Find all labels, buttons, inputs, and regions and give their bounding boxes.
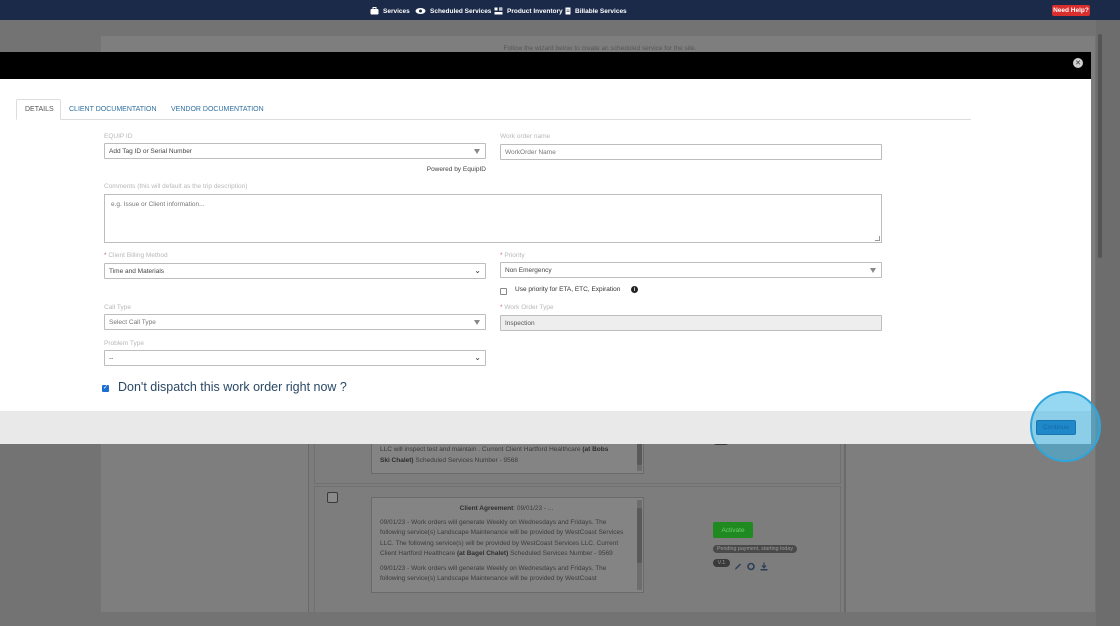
priority-label-text: Priority [504, 252, 525, 259]
nav-services[interactable]: Services [370, 5, 410, 17]
equip-id-label: EQUIP ID [104, 133, 133, 140]
problem-type-value: -- [109, 354, 114, 362]
need-help-button[interactable]: Need Help? [1052, 5, 1090, 16]
call-type-select[interactable]: Select Call Type [104, 314, 486, 330]
row-select-checkbox[interactable] [327, 492, 338, 503]
priority-value: Non Emergency [505, 266, 552, 274]
inventory-icon [494, 7, 503, 15]
comments-placeholder: e.g. Issue or Client information... [111, 201, 205, 208]
problem-type-select[interactable]: -- ⌄ [104, 350, 486, 366]
modal-header [0, 52, 1091, 79]
nav-product-inventory[interactable]: Product Inventory [494, 5, 563, 17]
agreement-text-box: Client Agreement: 09/01/23 - ... 09/01/2… [371, 497, 644, 593]
priority-eta-label: Use priority for ETA, ETC, Expiration [515, 286, 621, 293]
version-badge: V.1 [713, 559, 730, 567]
agreement-text: LLC will inspect test and maintain . Cur… [380, 446, 581, 453]
comments-label: Comments (this will default as the trip … [104, 183, 248, 190]
work-order-name-label: Work order name [500, 133, 551, 140]
text-scrollbar[interactable] [637, 500, 642, 590]
equip-id-value: Add Tag ID or Serial Number [109, 147, 192, 155]
chevron-down-icon: ⌄ [474, 353, 481, 362]
agreement-title: Client Agreement: 09/01/23 - ... [380, 504, 633, 515]
modal-footer [0, 411, 1091, 444]
work-order-type-label-text: Work Order Type [504, 304, 554, 311]
tab-vendor-documentation[interactable]: VENDOR DOCUMENTATION [163, 99, 272, 120]
resize-handle-icon[interactable] [875, 236, 880, 241]
modal-tabs: DETAILS CLIENT DOCUMENTATION VENDOR DOCU… [16, 99, 971, 120]
top-navigation: Services Scheduled Services Product Inve… [0, 0, 1120, 20]
priority-select[interactable]: Non Emergency [500, 262, 882, 278]
caret-down-icon [474, 149, 480, 154]
billing-method-label-text: Client Billing Method [108, 252, 168, 259]
info-icon[interactable]: i [631, 286, 638, 293]
agreement-title-bold: Client Agreement [459, 505, 514, 512]
agreement-site-cont: Ski Chalet) [380, 456, 414, 464]
billing-method-value: Time and Materials [109, 267, 165, 275]
tab-details[interactable]: DETAILS [16, 99, 61, 120]
call-type-label: Call Type [104, 304, 131, 311]
agreement-site: (at Bagel Chalet) [456, 550, 509, 557]
nav-billable-services[interactable]: Billable Services [565, 5, 627, 17]
gear-icon[interactable] [747, 558, 755, 571]
close-icon[interactable]: ✕ [1073, 58, 1083, 68]
equip-id-select[interactable]: Add Tag ID or Serial Number [104, 143, 486, 159]
powered-by-text: Powered by EquipID [426, 166, 486, 173]
continue-button[interactable]: Continue [1036, 420, 1076, 435]
nav-services-label: Services [383, 7, 410, 15]
eye-icon [415, 7, 426, 15]
chevron-down-icon: ⌄ [474, 266, 481, 275]
nav-scheduled-services-label: Scheduled Services [430, 7, 492, 15]
wizard-instruction: Follow the wizard below to create an sch… [503, 45, 697, 52]
page-scrollbar[interactable] [1096, 20, 1120, 626]
dont-dispatch-label: Don't dispatch this work order right now… [118, 380, 347, 394]
agreement-site: (at Bobs [582, 446, 609, 453]
agreement-paragraph: 09/01/23 - Work orders will generate Wee… [380, 518, 633, 560]
billing-method-select[interactable]: Time and Materials ⌄ [104, 263, 486, 279]
agreement-paragraph: 09/01/23 - Work orders will generate Wee… [380, 564, 607, 583]
billing-method-label: * Client Billing Method [104, 252, 168, 259]
activate-button[interactable]: Activate [713, 522, 753, 538]
work-order-type-field: Inspection [500, 315, 882, 331]
nav-billable-services-label: Billable Services [575, 7, 627, 15]
row-action-icons [734, 558, 768, 571]
comments-textarea[interactable]: e.g. Issue or Client information... [104, 194, 882, 243]
priority-label: * Priority [500, 252, 525, 259]
work-order-name-input[interactable]: WorkOrder Name [500, 144, 882, 160]
dont-dispatch-checkbox[interactable]: ✓ [102, 385, 109, 392]
download-icon[interactable] [760, 558, 768, 571]
work-order-type-value: Inspection [505, 319, 535, 327]
caret-down-icon [870, 268, 876, 273]
priority-eta-checkbox[interactable] [500, 288, 507, 295]
agreement-number: Scheduled Services Number - 9568 [415, 456, 519, 464]
tab-client-documentation[interactable]: CLIENT DOCUMENTATION [61, 99, 165, 120]
nav-scheduled-services[interactable]: Scheduled Services [415, 5, 491, 17]
caret-down-icon [474, 320, 480, 325]
briefcase-icon [370, 7, 379, 15]
work-order-name-placeholder: WorkOrder Name [505, 148, 556, 156]
agreement-title-date: : 09/01/23 - ... [513, 505, 554, 512]
agreement-number: Scheduled Services Number - 9569 [510, 550, 613, 557]
edit-icon[interactable] [734, 558, 742, 570]
nav-product-inventory-label: Product Inventory [507, 7, 563, 15]
problem-type-label: Problem Type [104, 340, 144, 347]
divider [845, 430, 846, 612]
page-scrollbar-thumb[interactable] [1098, 34, 1102, 258]
document-icon [565, 7, 571, 15]
status-badge: Pending payment, starting today [713, 545, 797, 553]
work-order-type-label: * Work Order Type [500, 304, 554, 311]
call-type-value: Select Call Type [109, 318, 156, 326]
